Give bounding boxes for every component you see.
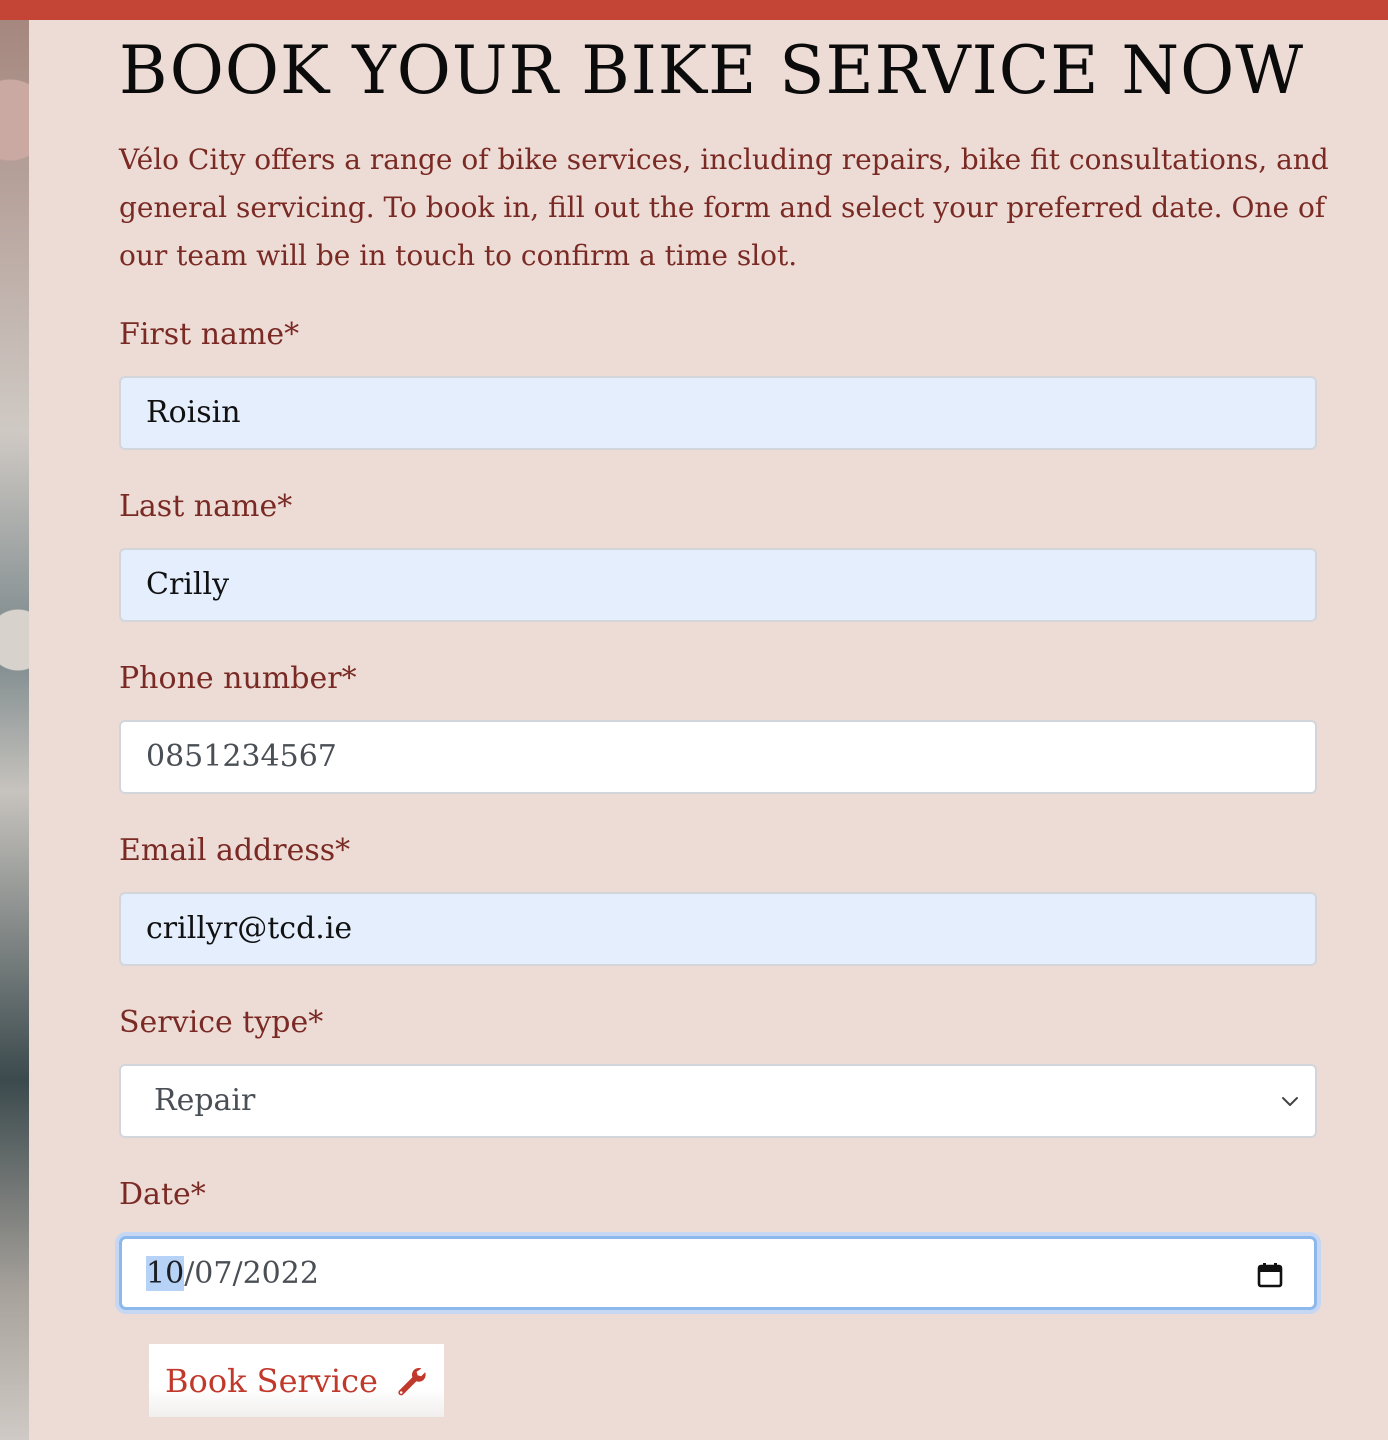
phone-label: Phone number*: [119, 661, 357, 696]
page-title: BOOK YOUR BIKE SERVICE NOW: [119, 32, 1305, 109]
first-name-value: Roisin: [146, 395, 241, 430]
chevron-down-icon: [1282, 1097, 1298, 1106]
phone-input[interactable]: 0851234567: [119, 720, 1317, 794]
calendar-icon[interactable]: [1256, 1261, 1284, 1289]
date-day-segment[interactable]: 10: [146, 1256, 185, 1291]
background-photo-edge: [0, 0, 29, 1440]
date-label: Date*: [119, 1177, 206, 1212]
top-navbar: [0, 0, 1388, 20]
intro-text: Vélo City offers a range of bike service…: [119, 143, 1329, 272]
date-input[interactable]: 10/07/2022: [119, 1236, 1317, 1310]
service-type-select[interactable]: Repair: [119, 1064, 1317, 1138]
book-service-button[interactable]: Book Service: [149, 1344, 444, 1417]
last-name-label: Last name*: [119, 489, 293, 524]
phone-value: 0851234567: [146, 739, 337, 774]
book-service-label: Book Service: [165, 1361, 378, 1400]
service-type-value: Repair: [154, 1083, 256, 1118]
wrench-icon: [398, 1367, 426, 1395]
email-value: crillyr@tcd.ie: [146, 911, 353, 946]
service-type-label: Service type*: [119, 1005, 324, 1040]
date-rest-segments[interactable]: /07/2022: [184, 1256, 319, 1291]
email-label: Email address*: [119, 833, 351, 868]
email-input[interactable]: crillyr@tcd.ie: [119, 892, 1317, 966]
last-name-input[interactable]: Crilly: [119, 548, 1317, 622]
first-name-label: First name*: [119, 317, 300, 352]
first-name-input[interactable]: Roisin: [119, 376, 1317, 450]
last-name-value: Crilly: [146, 567, 230, 602]
